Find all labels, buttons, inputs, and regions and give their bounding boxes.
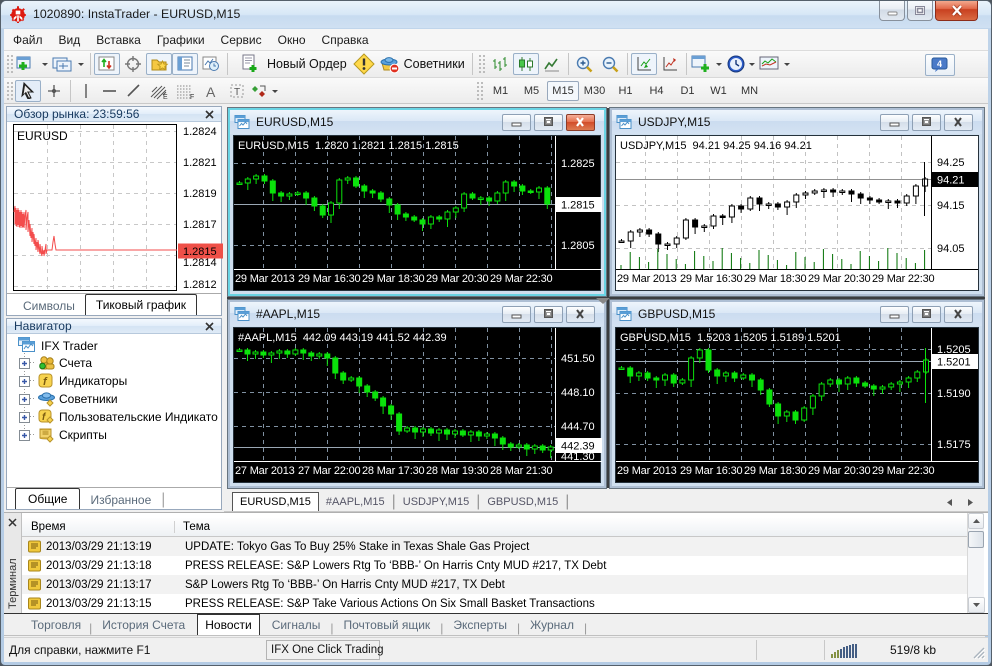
svg-text:27 Mar 22:00: 27 Mar 22:00 (298, 465, 361, 477)
svg-text:27 Mar 2013: 27 Mar 2013 (235, 465, 295, 477)
svg-text:USDJPY,M15 94.21 94.25 94.16: USDJPY,M15 94.21 94.25 94.16 94.21 (620, 140, 812, 152)
svg-text:GBPUSD,M15 1.5203 1.5205 1.51: GBPUSD,M15 1.5203 1.5205 1.5189 1.5201 (620, 332, 841, 344)
svg-text:1.2824: 1.2824 (183, 126, 217, 138)
svg-text:29 Mar 22:30: 29 Mar 22:30 (872, 273, 935, 285)
svg-text:29 Mar 18:30: 29 Mar 18:30 (744, 465, 807, 477)
svg-text:1.5190: 1.5190 (937, 388, 971, 400)
svg-text:1.2814: 1.2814 (183, 257, 217, 269)
svg-text:A: A (206, 84, 216, 99)
svg-text:29 Mar 22:30: 29 Mar 22:30 (872, 465, 935, 477)
svg-text:1.2819: 1.2819 (183, 188, 217, 200)
svg-text:EURUSD,M15 1.2820 1.2821 1.28: EURUSD,M15 1.2820 1.2821 1.2815 1.2815 (238, 140, 459, 152)
svg-text:29 Mar 20:30: 29 Mar 20:30 (808, 465, 871, 477)
svg-text:1.5201: 1.5201 (937, 357, 971, 369)
svg-text:1.2812: 1.2812 (183, 279, 217, 291)
svg-text:1.2825: 1.2825 (561, 158, 595, 170)
svg-text:29 Mar 2013: 29 Mar 2013 (235, 273, 295, 285)
svg-text:29 Mar 16:30: 29 Mar 16:30 (680, 465, 743, 477)
svg-text:1.2821: 1.2821 (183, 157, 217, 169)
svg-text:29 Mar 18:30: 29 Mar 18:30 (362, 273, 425, 285)
svg-text:1.2815: 1.2815 (561, 200, 595, 212)
svg-text:T: T (234, 87, 240, 98)
svg-text:28 Mar 19:30: 28 Mar 19:30 (426, 465, 489, 477)
svg-text:448.10: 448.10 (561, 387, 595, 399)
svg-text:441.30: 441.30 (561, 451, 595, 463)
svg-text:451.50: 451.50 (561, 353, 595, 365)
svg-text:F: F (190, 94, 194, 100)
svg-text:28 Mar 17:30: 28 Mar 17:30 (362, 465, 425, 477)
svg-text:#AAPL,M15 442.09 443.19 441.5: #AAPL,M15 442.09 443.19 441.52 442.39 (238, 332, 447, 344)
svg-text:4: 4 (937, 59, 942, 69)
svg-text:94.25: 94.25 (937, 157, 965, 169)
svg-text:29 Mar 20:30: 29 Mar 20:30 (426, 273, 489, 285)
svg-text:94.15: 94.15 (937, 200, 965, 212)
svg-text:1.2805: 1.2805 (561, 240, 595, 252)
svg-text:94.21: 94.21 (937, 175, 965, 187)
svg-text:29 Mar 22:30: 29 Mar 22:30 (490, 273, 553, 285)
svg-text:444.70: 444.70 (561, 421, 595, 433)
svg-text:29 Mar 18:30: 29 Mar 18:30 (744, 273, 807, 285)
svg-text:94.05: 94.05 (937, 243, 965, 255)
svg-text:29 Mar 16:30: 29 Mar 16:30 (298, 273, 361, 285)
svg-text:29 Mar 20:30: 29 Mar 20:30 (808, 273, 871, 285)
svg-text:28 Mar 21:30: 28 Mar 21:30 (490, 465, 553, 477)
svg-text:1.5175: 1.5175 (937, 439, 971, 451)
svg-text:29 Mar 16:30: 29 Mar 16:30 (680, 273, 743, 285)
svg-text:E: E (163, 94, 168, 100)
svg-text:1.2817: 1.2817 (183, 219, 217, 231)
svg-text:29 Mar 2013: 29 Mar 2013 (617, 465, 677, 477)
svg-text:29 Mar 2013: 29 Mar 2013 (617, 273, 677, 285)
svg-text:EURUSD: EURUSD (17, 129, 68, 143)
